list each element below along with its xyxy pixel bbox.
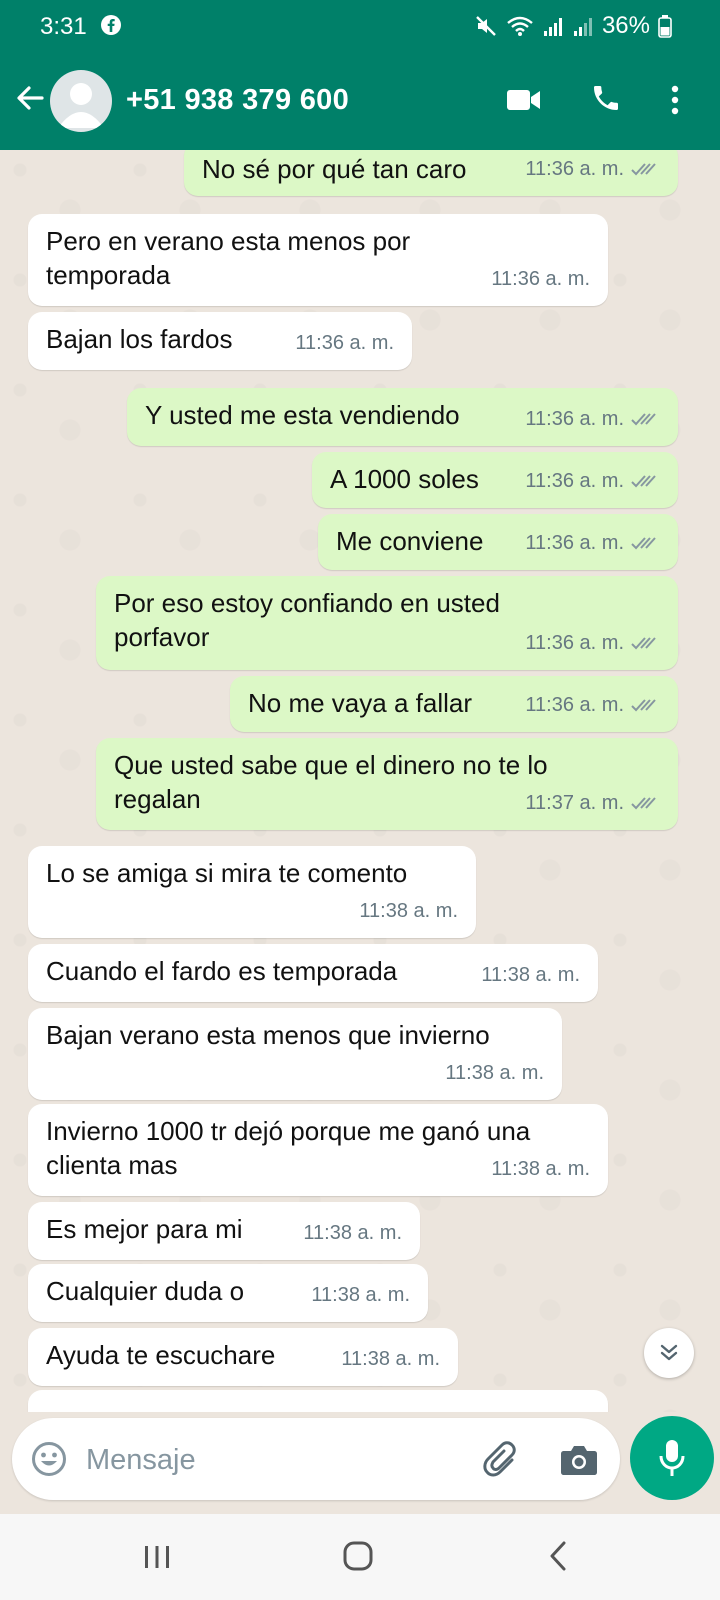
avatar[interactable] <box>50 70 112 132</box>
more-vert-icon[interactable] <box>670 84 680 116</box>
status-time: 3:31 <box>40 13 87 40</box>
read-ticks-icon <box>631 797 656 810</box>
message-meta: 11:36 a. m. <box>491 262 590 296</box>
message-time: 11:38 a. m. <box>303 1222 402 1244</box>
message-time: 11:36 a. m. <box>525 632 624 654</box>
scroll-to-bottom-button[interactable] <box>644 1328 694 1378</box>
message-text: Bajan verano esta menos que invierno <box>46 1020 490 1050</box>
facebook-notification-icon <box>101 15 121 35</box>
message-meta: 11:38 a. m. <box>491 1152 590 1186</box>
message-outgoing[interactable]: No sé por qué tan caro 11:36 a. m. <box>184 150 678 196</box>
mic-icon <box>659 1440 685 1476</box>
read-ticks-icon <box>631 475 656 488</box>
mic-button[interactable] <box>630 1416 714 1500</box>
message-time: 11:36 a. m. <box>525 470 624 492</box>
message-outgoing[interactable]: Me conviene 11:36 a. m. <box>318 514 678 570</box>
contact-name[interactable]: +51 938 379 600 <box>126 84 349 117</box>
message-incoming[interactable]: Cuando el fardo es temporada 11:38 a. m. <box>28 944 598 1002</box>
message-meta: 11:36 a. m. <box>525 402 660 436</box>
message-outgoing[interactable]: Que usted sabe que el dinero no te lo re… <box>96 738 678 830</box>
emoji-icon[interactable] <box>30 1440 68 1478</box>
message-time: 11:38 a. m. <box>311 1284 410 1306</box>
message-meta: 11:38 a. m. <box>303 1216 402 1250</box>
message-meta: 11:36 a. m. <box>525 464 660 498</box>
message-meta: 11:36 a. m. <box>525 526 660 560</box>
phone-icon[interactable] <box>590 82 622 114</box>
message-incoming[interactable]: Bajan los fardos 11:36 a. m. <box>28 312 412 370</box>
message-time: 11:38 a. m. <box>491 1158 590 1180</box>
message-composer <box>12 1418 620 1500</box>
system-nav-bar <box>0 1514 720 1600</box>
message-time: 11:36 a. m. <box>525 694 624 716</box>
message-outgoing[interactable]: Por eso estoy confiando en usted porfavo… <box>96 576 678 670</box>
read-ticks-icon <box>631 637 656 650</box>
read-ticks-icon <box>631 537 656 550</box>
recent-apps-icon[interactable] <box>142 1544 172 1570</box>
message-incoming[interactable]: Lo se amiga si mira te comento 11:38 a. … <box>28 846 476 938</box>
message-meta: 11:36 a. m. <box>525 152 660 186</box>
status-bar: 3:31 36% <box>0 0 720 54</box>
video-call-icon[interactable] <box>506 86 542 114</box>
message-meta: 11:38 a. m. <box>481 958 580 992</box>
chat-area[interactable]: No sé por qué tan caro 11:36 a. m. Pero … <box>0 150 720 1412</box>
message-meta: 11:36 a. m. <box>525 688 660 722</box>
double-chevron-down-icon <box>660 1344 678 1361</box>
signal-icon-2 <box>573 18 592 36</box>
wifi-icon <box>507 16 533 36</box>
chat-header: +51 938 379 600 <box>0 54 720 150</box>
default-avatar-icon <box>58 83 104 128</box>
message-time: 11:36 a. m. <box>295 332 394 354</box>
back-arrow-icon[interactable] <box>12 80 48 116</box>
signal-icon <box>543 18 562 36</box>
message-outgoing[interactable]: A 1000 soles 11:36 a. m. <box>312 452 678 508</box>
message-incoming[interactable]: Cualquier duda o 11:38 a. m. <box>28 1264 428 1322</box>
attach-icon[interactable] <box>482 1440 522 1480</box>
message-meta: 11:38 a. m. <box>359 894 458 928</box>
message-outgoing[interactable]: No me vaya a fallar 11:36 a. m. <box>230 676 678 732</box>
battery-icon <box>658 15 672 38</box>
message-time: 11:38 a. m. <box>341 1348 440 1370</box>
message-meta: 11:37 a. m. <box>525 786 660 820</box>
message-meta: 11:36 a. m. <box>525 626 660 660</box>
home-icon[interactable] <box>342 1540 374 1572</box>
status-icons: 36% <box>474 12 672 40</box>
message-time: 11:37 a. m. <box>525 792 624 814</box>
read-ticks-icon <box>631 413 656 426</box>
message-incoming[interactable]: Es mejor para mi 11:38 a. m. <box>28 1202 420 1260</box>
back-icon[interactable] <box>548 1540 568 1572</box>
message-time: 11:38 a. m. <box>481 964 580 986</box>
message-time: 11:36 a. m. <box>491 268 590 290</box>
message-meta: 11:36 a. m. <box>295 326 394 360</box>
message-incoming[interactable]: Pero en verano esta menos por temporada … <box>28 214 608 306</box>
message-time: 11:38 a. m. <box>445 1062 544 1084</box>
message-meta: 11:38 a. m. <box>341 1342 440 1376</box>
message-outgoing[interactable]: Y usted me esta vendiendo 11:36 a. m. <box>127 388 678 446</box>
message-time: 11:36 a. m. <box>525 158 624 180</box>
message-text: Lo se amiga si mira te comento <box>46 858 408 888</box>
message-incoming[interactable]: Ayuda te escuchare 11:38 a. m. <box>28 1328 458 1386</box>
message-meta: 11:38 a. m. <box>311 1278 410 1312</box>
camera-icon[interactable] <box>560 1442 598 1476</box>
mute-icon <box>476 16 496 36</box>
read-ticks-icon <box>631 163 656 176</box>
message-incoming[interactable]: Invierno 1000 tr dejó porque me ganó una… <box>28 1104 608 1196</box>
message-input[interactable] <box>84 1438 468 1482</box>
battery-percent: 36% <box>601 12 650 39</box>
message-meta: 11:38 a. m. <box>445 1056 544 1090</box>
message-time: 11:38 a. m. <box>359 900 458 922</box>
message-time: 11:36 a. m. <box>525 532 624 554</box>
message-incoming[interactable]: Bajan verano esta menos que invierno 11:… <box>28 1008 562 1100</box>
message-time: 11:36 a. m. <box>525 408 624 430</box>
message-incoming-partial <box>28 1390 608 1412</box>
read-ticks-icon <box>631 699 656 712</box>
